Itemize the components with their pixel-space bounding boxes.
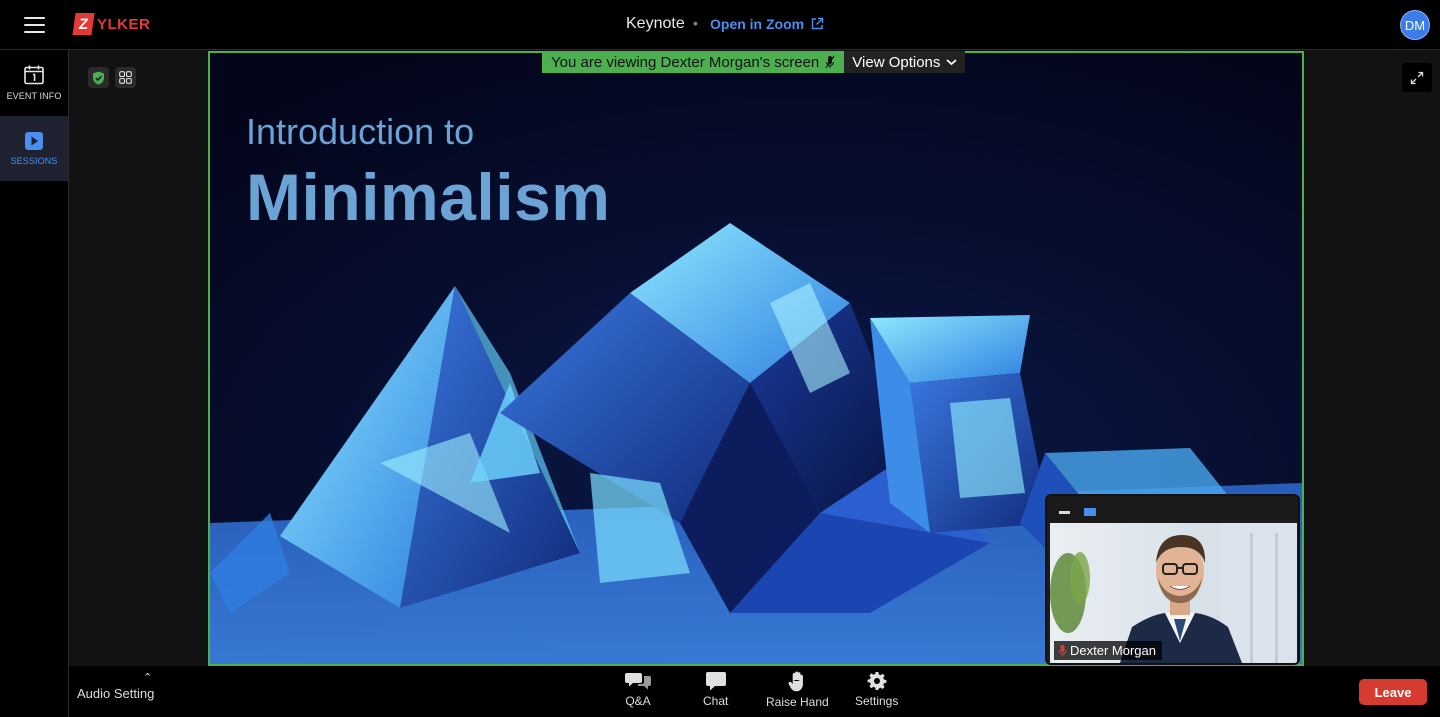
zylker-logo: Z YLKER (72, 13, 151, 35)
user-avatar[interactable]: DM (1400, 10, 1430, 40)
audio-setting-button[interactable]: Audio Setting (77, 686, 154, 701)
self-view-video[interactable]: Dexter Morgan (1045, 494, 1300, 665)
external-link-icon (811, 17, 824, 30)
qa-icon (625, 673, 651, 690)
sidebar: EVENT INFO SESSIONS (0, 50, 69, 717)
logo-mark: Z (72, 13, 95, 35)
bottom-bar: ⌃ Audio Setting Q&A Chat Raise Hand Sett… (69, 666, 1440, 717)
raise-hand-label: Raise Hand (766, 695, 829, 709)
shield-check-icon (93, 71, 104, 84)
participant-name: Dexter Morgan (1070, 643, 1156, 658)
sidebar-item-label: SESSIONS (10, 156, 58, 166)
sidebar-item-event-info[interactable]: EVENT INFO (0, 50, 68, 115)
video-layout-button[interactable] (1084, 508, 1096, 516)
slide-title: Minimalism (246, 160, 611, 234)
viewing-screen-text: You are viewing Dexter Morgan's screen (551, 53, 820, 71)
chat-icon (705, 672, 726, 691)
qa-label: Q&A (625, 694, 651, 708)
calendar-icon (24, 65, 44, 85)
session-title: Keynote (626, 15, 685, 32)
sharing-banner: You are viewing Dexter Morgan's screen V… (542, 51, 966, 73)
viewing-screen-notice: You are viewing Dexter Morgan's screen (542, 51, 845, 73)
sidebar-item-label: EVENT INFO (6, 91, 62, 101)
chat-label: Chat (703, 694, 729, 708)
grid-icon (119, 71, 132, 84)
chevron-down-icon (946, 59, 957, 66)
slide-subtitle: Introduction to (246, 111, 475, 152)
menu-icon[interactable] (24, 16, 46, 33)
open-in-zoom-label: Open in Zoom (710, 16, 805, 32)
participant-name-tag: Dexter Morgan (1054, 641, 1162, 660)
hand-icon (788, 671, 804, 692)
caret-up-icon[interactable]: ⌃ (143, 671, 152, 684)
top-bar: Z YLKER Keynote • Open in Zoom DM (0, 0, 1440, 50)
raise-hand-button[interactable]: Raise Hand (766, 671, 829, 709)
gallery-view-button[interactable] (115, 67, 136, 88)
settings-label: Settings (855, 694, 899, 708)
view-options-label: View Options (852, 53, 941, 71)
gear-icon (867, 672, 887, 690)
minimize-video-button[interactable] (1059, 511, 1070, 514)
mic-muted-icon (1058, 645, 1067, 657)
expand-icon (1410, 71, 1424, 84)
leave-button[interactable]: Leave (1359, 679, 1427, 705)
security-shield-button[interactable] (88, 67, 109, 88)
stage-tools (88, 67, 136, 88)
view-options-button[interactable]: View Options (844, 51, 966, 73)
chat-button[interactable]: Chat (703, 671, 728, 708)
open-in-zoom-link[interactable]: Open in Zoom (710, 16, 824, 32)
sidebar-item-sessions[interactable]: SESSIONS (0, 116, 68, 181)
mic-muted-icon (825, 55, 835, 69)
self-view-toolbar (1047, 496, 1298, 522)
play-icon (25, 132, 43, 150)
logo-text: YLKER (97, 15, 151, 33)
fullscreen-button[interactable] (1402, 63, 1432, 92)
qa-button[interactable]: Q&A (625, 671, 651, 708)
title-separator: • (693, 15, 698, 31)
settings-button[interactable]: Settings (855, 671, 898, 708)
